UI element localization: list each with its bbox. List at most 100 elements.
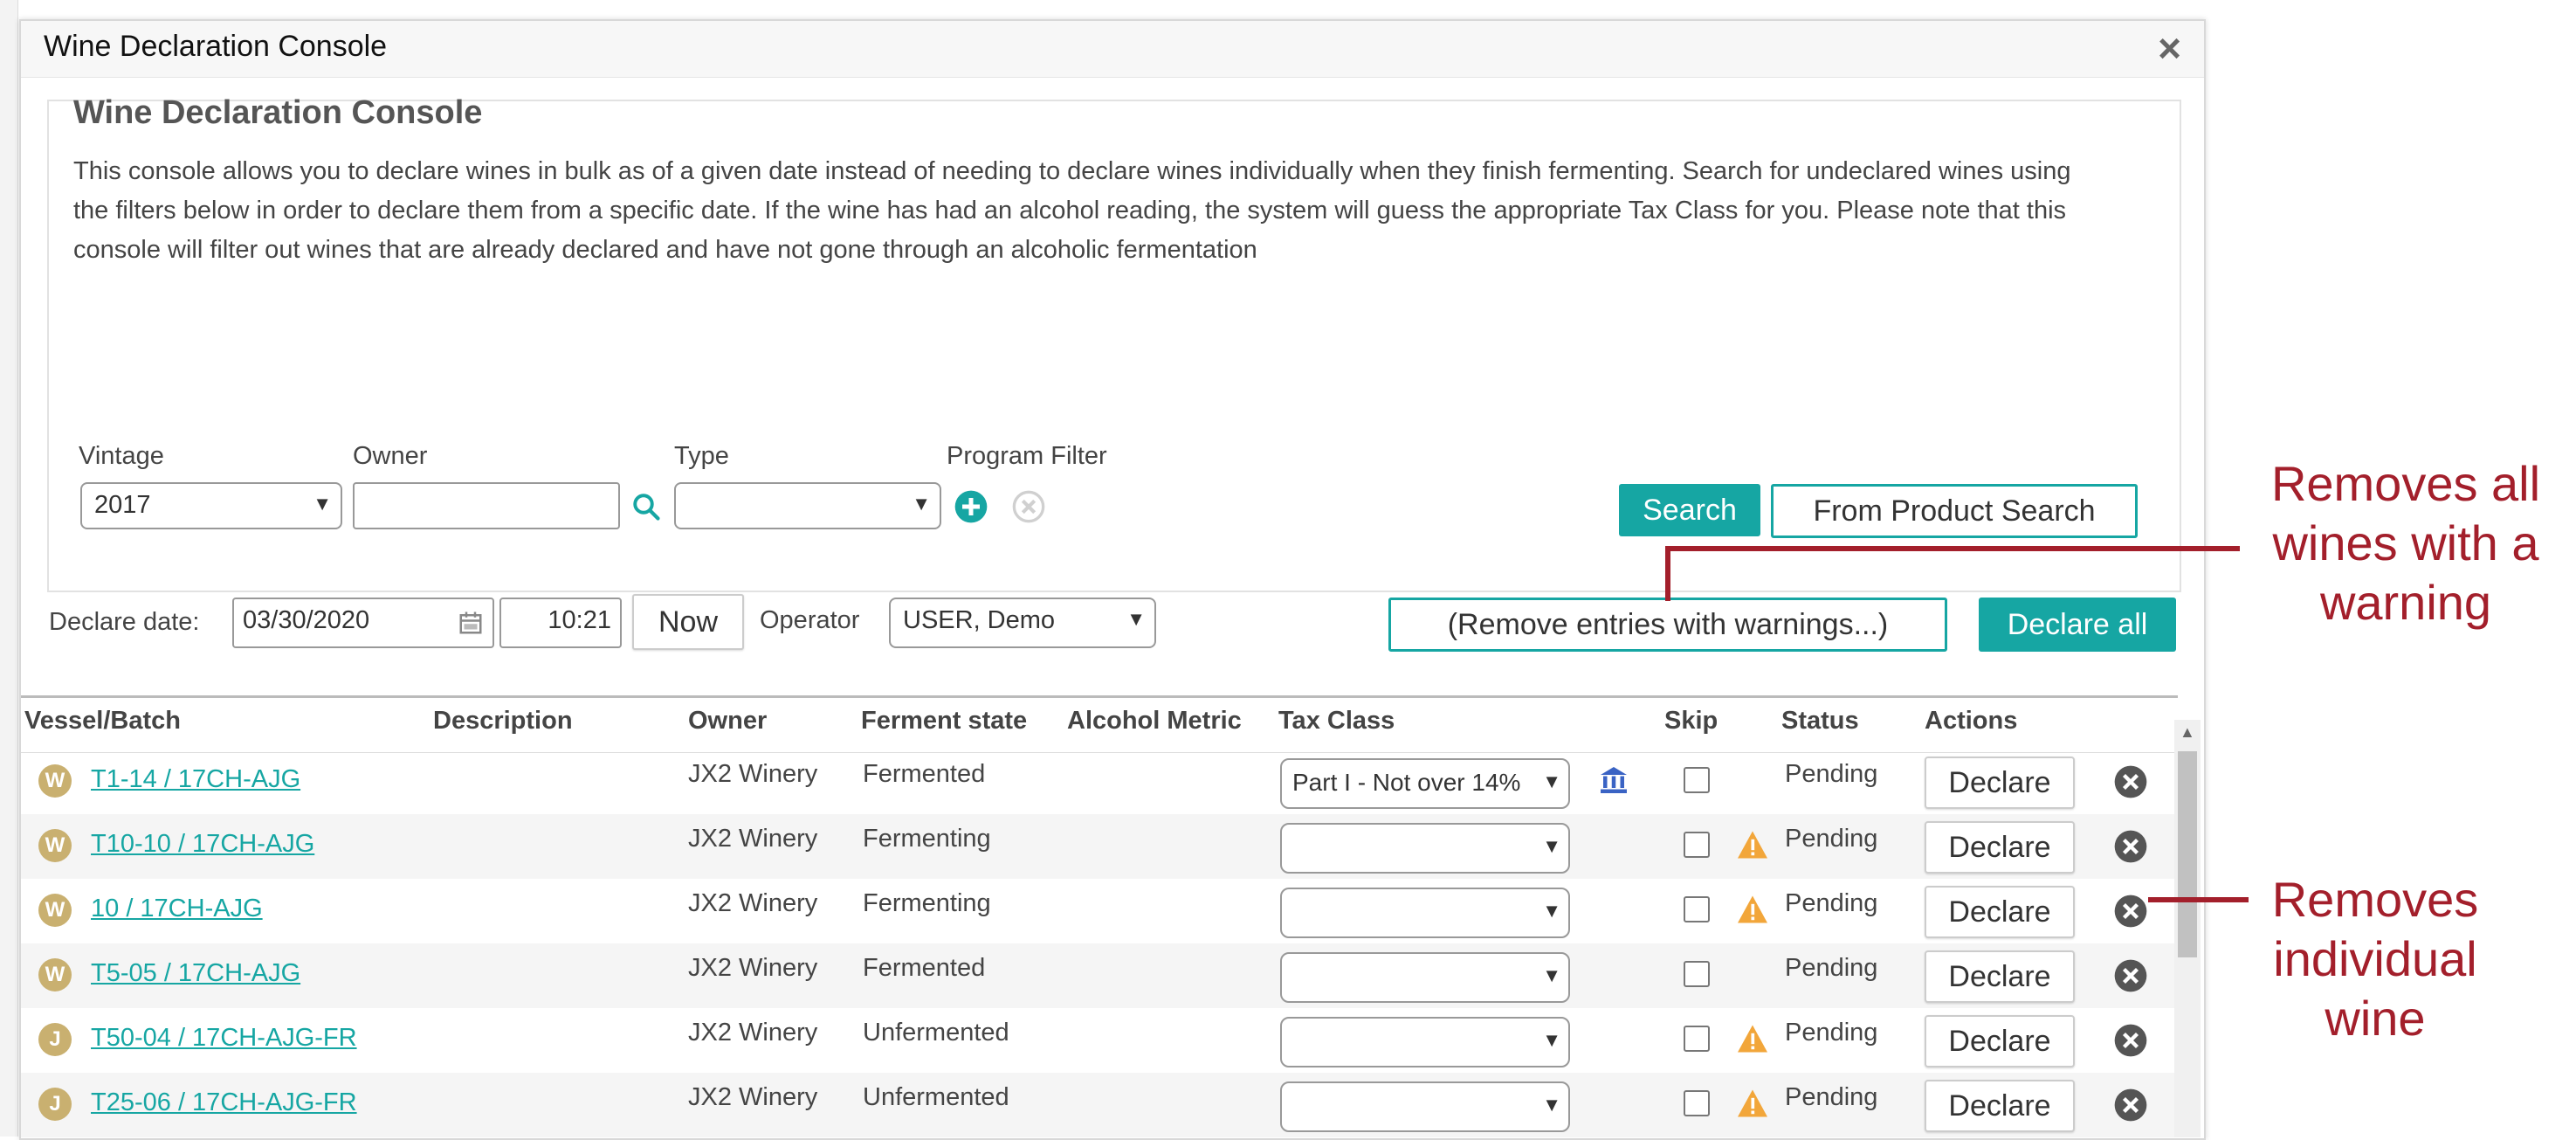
header-skip[interactable]: Skip xyxy=(1664,707,1718,736)
batch-type-badge: J xyxy=(38,1023,72,1056)
remove-circle-icon[interactable] xyxy=(2113,894,2148,929)
declare-date-input[interactable]: 03/30/2020 xyxy=(232,598,494,648)
declare-button[interactable]: Declare xyxy=(1925,886,2075,938)
annotation-remove-one: Removes individual wine xyxy=(2271,872,2479,1046)
chevron-down-icon: ▼ xyxy=(1126,608,1146,630)
header-status[interactable]: Status xyxy=(1781,707,1859,736)
chevron-down-icon: ▼ xyxy=(1542,1094,1561,1116)
chevron-down-icon: ▼ xyxy=(1542,1029,1561,1051)
declare-time-input[interactable]: 10:21 xyxy=(499,598,622,648)
table-scrollbar[interactable]: ▲ xyxy=(2174,720,2201,1137)
chevron-down-icon: ▼ xyxy=(912,493,931,515)
status-cell: Pending xyxy=(1785,760,1878,788)
owner-label: Owner xyxy=(353,442,428,470)
vintage-value: 2017 xyxy=(94,491,151,519)
batch-type-badge: W xyxy=(38,894,72,927)
vessel-batch-link[interactable]: T25-06 / 17CH-AJG-FR xyxy=(91,1088,357,1117)
ferment-state-cell: Unfermented xyxy=(863,1019,1009,1047)
batch-type-badge: W xyxy=(38,764,72,798)
header-vessel[interactable]: Vessel/Batch xyxy=(24,707,181,736)
ferment-state-cell: Fermenting xyxy=(863,825,991,853)
now-button[interactable]: Now xyxy=(632,594,744,650)
annotation-line-remove-all xyxy=(1665,546,2240,601)
header-owner[interactable]: Owner xyxy=(688,707,767,736)
panel-title: Wine Declaration Console xyxy=(73,94,483,131)
warning-icon xyxy=(1738,1089,1767,1117)
skip-checkbox[interactable] xyxy=(1684,832,1710,858)
type-select[interactable]: ▼ xyxy=(674,482,941,529)
skip-checkbox[interactable] xyxy=(1684,1026,1710,1052)
vessel-batch-link[interactable]: 10 / 17CH-AJG xyxy=(91,895,263,923)
operator-select[interactable]: USER, Demo ▼ xyxy=(889,598,1156,648)
annotation-remove-all: Removes all wines with a warning xyxy=(2270,456,2541,630)
header-description[interactable]: Description xyxy=(433,707,573,736)
clear-circle-icon[interactable] xyxy=(1011,489,1046,524)
declare-time-value: 10:21 xyxy=(548,606,611,634)
bank-icon[interactable] xyxy=(1598,763,1629,797)
batch-type-badge: W xyxy=(38,829,72,862)
header-ferment-state[interactable]: Ferment state xyxy=(861,707,1027,736)
chevron-down-icon: ▼ xyxy=(1542,770,1561,792)
owner-cell: JX2 Winery xyxy=(688,760,818,788)
vintage-select[interactable]: 2017 ▼ xyxy=(80,482,342,529)
owner-cell: JX2 Winery xyxy=(688,1083,818,1111)
search-icon[interactable] xyxy=(630,491,662,522)
remove-circle-icon[interactable] xyxy=(2113,829,2148,864)
tax-class-select[interactable]: Part I - Not over 14% ▼ xyxy=(1280,758,1570,809)
warning-icon xyxy=(1738,1025,1767,1053)
vessel-batch-link[interactable]: T5-05 / 17CH-AJG xyxy=(91,959,300,988)
vessel-batch-link[interactable]: T1-14 / 17CH-AJG xyxy=(91,765,300,794)
owner-input[interactable] xyxy=(353,482,620,529)
ferment-state-cell: Fermented xyxy=(863,954,986,982)
declare-date-label: Declare date: xyxy=(49,608,200,636)
annotation-line-remove-one xyxy=(2148,897,2249,902)
calendar-icon[interactable] xyxy=(458,610,484,636)
header-tax-class[interactable]: Tax Class xyxy=(1278,707,1395,736)
tax-class-select[interactable]: ▼ xyxy=(1280,823,1570,874)
status-cell: Pending xyxy=(1785,954,1878,982)
owner-cell: JX2 Winery xyxy=(688,954,818,982)
scroll-thumb[interactable] xyxy=(2178,751,2197,957)
vessel-batch-link[interactable]: T10-10 / 17CH-AJG xyxy=(91,830,314,859)
skip-checkbox[interactable] xyxy=(1684,1090,1710,1116)
declare-button[interactable]: Declare xyxy=(1925,1080,2075,1132)
skip-checkbox[interactable] xyxy=(1684,767,1710,793)
tax-class-select[interactable]: ▼ xyxy=(1280,1017,1570,1067)
declare-button[interactable]: Declare xyxy=(1925,757,2075,809)
tax-class-select[interactable]: ▼ xyxy=(1280,1081,1570,1132)
batch-type-badge: J xyxy=(38,1088,72,1121)
skip-checkbox[interactable] xyxy=(1684,896,1710,922)
tax-class-select[interactable]: ▼ xyxy=(1280,952,1570,1003)
header-alcohol-metric[interactable]: Alcohol Metric xyxy=(1067,707,1242,736)
close-icon[interactable]: × xyxy=(2158,24,2181,72)
remove-circle-icon[interactable] xyxy=(2113,1088,2148,1123)
background-app-strip xyxy=(0,0,18,1137)
batch-type-badge: W xyxy=(38,958,72,991)
table-row: W T10-10 / 17CH-AJG JX2 Winery Fermentin… xyxy=(21,814,2178,879)
ferment-state-cell: Unfermented xyxy=(863,1083,1009,1111)
remove-circle-icon[interactable] xyxy=(2113,958,2148,993)
add-circle-icon[interactable] xyxy=(954,489,988,524)
tax-class-select[interactable]: ▼ xyxy=(1280,888,1570,938)
status-cell: Pending xyxy=(1785,889,1878,917)
table-row: W 10 / 17CH-AJG JX2 Winery Fermenting ▼ … xyxy=(21,879,2178,943)
skip-checkbox[interactable] xyxy=(1684,961,1710,987)
vintage-label: Vintage xyxy=(79,442,164,470)
table-row: W T5-05 / 17CH-AJG JX2 Winery Fermented … xyxy=(21,943,2178,1008)
declare-button[interactable]: Declare xyxy=(1925,821,2075,874)
vessel-batch-link[interactable]: T50-04 / 17CH-AJG-FR xyxy=(91,1024,357,1053)
status-cell: Pending xyxy=(1785,825,1878,853)
declare-button[interactable]: Declare xyxy=(1925,1015,2075,1067)
warning-icon xyxy=(1738,895,1767,923)
modal-header: Wine Declaration Console × xyxy=(21,21,2204,78)
chevron-down-icon: ▼ xyxy=(1542,900,1561,922)
scroll-up-icon[interactable]: ▲ xyxy=(2180,723,2195,742)
remove-circle-icon[interactable] xyxy=(2113,1023,2148,1058)
header-actions: Actions xyxy=(1925,707,2018,735)
status-cell: Pending xyxy=(1785,1019,1878,1047)
modal-title: Wine Declaration Console xyxy=(44,30,388,63)
chevron-down-icon: ▼ xyxy=(313,493,332,515)
warning-icon xyxy=(1738,831,1767,859)
declare-button[interactable]: Declare xyxy=(1925,950,2075,1003)
remove-circle-icon[interactable] xyxy=(2113,764,2148,799)
